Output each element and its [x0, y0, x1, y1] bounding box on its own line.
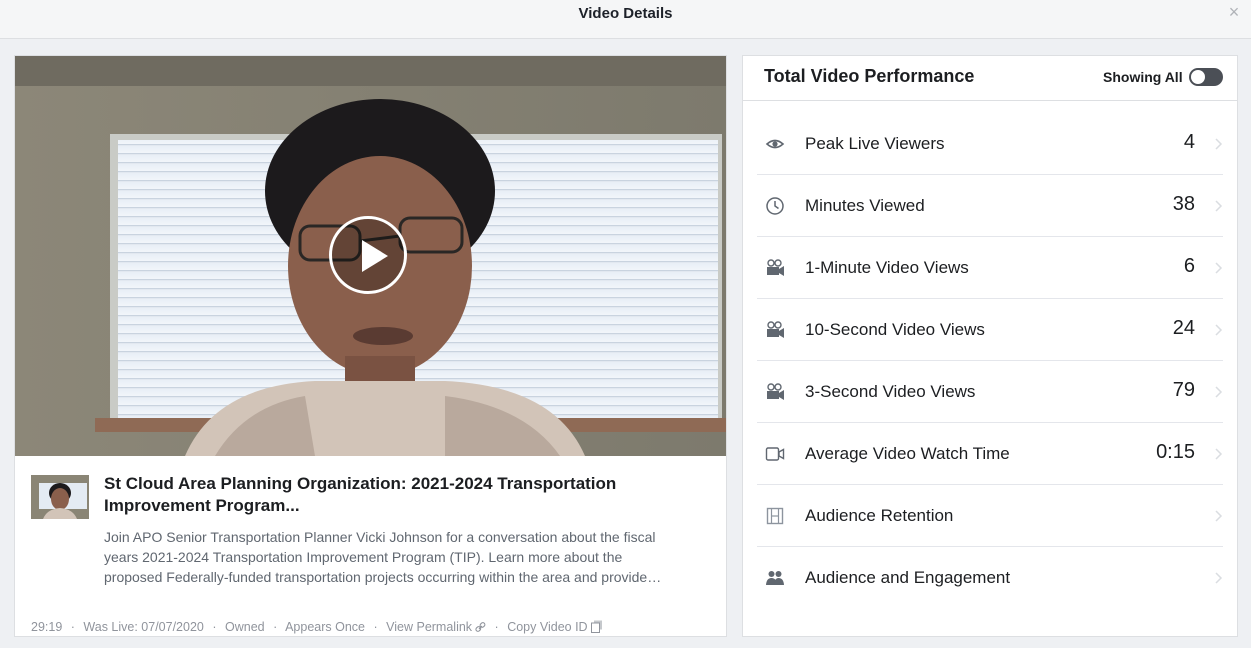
description-line: Join APO Senior Transportation Planner V…: [104, 529, 656, 545]
metric-label: Minutes Viewed: [805, 196, 925, 215]
metric-value: 4: [1183, 131, 1195, 153]
metric-value: 0:15: [1156, 441, 1195, 463]
metric-label: 3-Second Video Views: [805, 382, 976, 401]
copy-icon: [590, 620, 602, 633]
performance-title: Total Video Performance: [764, 66, 975, 86]
metric-label: Average Video Watch Time: [805, 444, 1010, 463]
total-video-performance-panel: Total Video Performance Showing All Peak…: [742, 55, 1238, 637]
film-camera-icon: [767, 259, 784, 276]
metric-row-average-video-watch-time[interactable]: Average Video Watch Time 0:15: [743, 423, 1237, 485]
chevron-right-icon: [1215, 572, 1223, 584]
metric-row-minutes-viewed[interactable]: Minutes Viewed 38: [743, 175, 1237, 237]
metric-label: 10-Second Video Views: [805, 320, 985, 339]
video-meta-bar: 29:19 · Was Live: 07/07/2020 · Owned · A…: [31, 620, 721, 634]
metric-row-1-minute-video-views[interactable]: 1-Minute Video Views 6: [743, 237, 1237, 299]
video-camera-icon: [765, 447, 785, 461]
copy-video-id-button[interactable]: Copy Video ID: [507, 620, 602, 634]
video-title[interactable]: St Cloud Area Planning Organization: 202…: [104, 473, 704, 517]
showing-all-label: Showing All: [1103, 69, 1183, 85]
chevron-right-icon: [1215, 200, 1223, 212]
dialog-title: Video Details: [578, 5, 673, 22]
metric-label: Peak Live Viewers: [805, 134, 945, 153]
chevron-right-icon: [1215, 138, 1223, 150]
thumbnail-image: [31, 475, 89, 519]
video-description: Join APO Senior Transportation Planner V…: [104, 527, 716, 587]
clock-icon: [766, 197, 784, 215]
metric-row-audience-and-engagement[interactable]: Audience and Engagement: [743, 547, 1237, 609]
video-title-line: St Cloud Area Planning Organization: 202…: [104, 474, 617, 493]
toggle-knob: [1191, 70, 1205, 84]
chevron-right-icon: [1215, 324, 1223, 336]
meta-separator: ·: [273, 620, 278, 634]
performance-header: Total Video Performance Showing All: [743, 56, 1237, 101]
metric-row-audience-retention[interactable]: Audience Retention: [743, 485, 1237, 547]
meta-separator: ·: [494, 620, 499, 634]
meta-separator: ·: [70, 620, 75, 634]
film-strip-icon: [766, 507, 784, 525]
film-camera-icon: [767, 383, 784, 400]
close-icon[interactable]: ×: [1225, 3, 1243, 21]
metric-row-10-second-video-views[interactable]: 10-Second Video Views 24: [743, 299, 1237, 361]
metric-value: 6: [1183, 255, 1195, 277]
chevron-right-icon: [1215, 448, 1223, 460]
chevron-right-icon: [1215, 510, 1223, 522]
metric-value: 24: [1172, 317, 1195, 339]
metric-label: Audience Retention: [805, 506, 954, 525]
video-duration: 29:19: [31, 620, 63, 634]
ownership-status: Owned: [225, 620, 265, 634]
video-title-line: Improvement Program...: [104, 496, 300, 515]
description-line: proposed Federally-funded transportation…: [104, 569, 662, 585]
link-icon: [475, 622, 486, 632]
play-button[interactable]: [329, 216, 407, 294]
eye-icon: [765, 139, 785, 149]
dialog-header: Video Details ×: [0, 0, 1251, 39]
video-player[interactable]: [15, 56, 726, 456]
copy-video-id-label: Copy Video ID: [507, 620, 588, 634]
metric-value: 38: [1172, 193, 1195, 215]
showing-all-toggle[interactable]: [1189, 68, 1223, 86]
was-live-date: Was Live: 07/07/2020: [83, 620, 204, 634]
video-card: St Cloud Area Planning Organization: 202…: [14, 55, 727, 637]
view-permalink-link[interactable]: View Permalink: [386, 620, 486, 634]
video-thumbnail[interactable]: [31, 475, 89, 519]
metric-label: Audience and Engagement: [805, 568, 1011, 587]
view-permalink-label: View Permalink: [386, 620, 473, 634]
meta-separator: ·: [373, 620, 378, 634]
metric-value: 79: [1172, 379, 1195, 401]
metric-row-peak-live-viewers[interactable]: Peak Live Viewers 4: [743, 113, 1237, 175]
chevron-right-icon: [1215, 262, 1223, 274]
metric-label: 1-Minute Video Views: [805, 258, 969, 277]
description-line: years 2021-2024 Transportation Improveme…: [104, 549, 623, 565]
metric-row-3-second-video-views[interactable]: 3-Second Video Views 79: [743, 361, 1237, 423]
meta-separator: ·: [212, 620, 217, 634]
chevron-right-icon: [1215, 386, 1223, 398]
appears-count: Appears Once: [285, 620, 365, 634]
film-camera-icon: [767, 321, 784, 338]
people-icon: [766, 571, 784, 585]
